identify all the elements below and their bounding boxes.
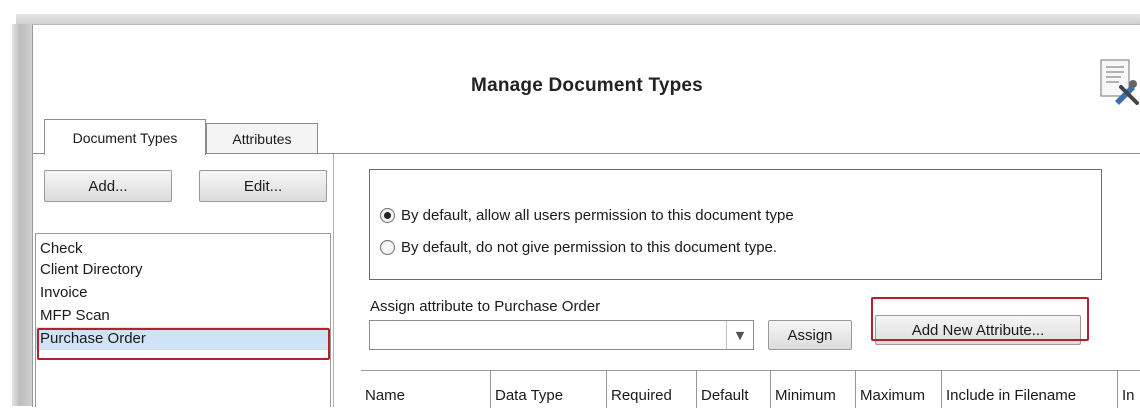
- list-item[interactable]: Invoice: [40, 281, 88, 304]
- column-header-name[interactable]: Name: [361, 371, 491, 408]
- edit-button[interactable]: Edit...: [199, 170, 327, 202]
- assign-button[interactable]: Assign: [768, 320, 852, 350]
- document-settings-icon: [1097, 57, 1140, 107]
- add-button[interactable]: Add...: [44, 170, 172, 202]
- chevron-down-icon[interactable]: ▼: [726, 321, 753, 349]
- list-item-selected[interactable]: Purchase Order: [36, 327, 328, 350]
- column-header-data-type[interactable]: Data Type: [491, 371, 607, 408]
- radio-no-permission-label: By default, do not give permission to th…: [401, 238, 778, 256]
- document-type-list[interactable]: Check Client Directory Invoice MFP Scan …: [35, 233, 331, 407]
- add-new-attribute-button-label: Add New Attribute...: [911, 321, 1045, 339]
- tab-attributes[interactable]: Attributes: [206, 123, 318, 153]
- list-item[interactable]: MFP Scan: [40, 304, 110, 327]
- radio-unchecked-icon[interactable]: [380, 239, 395, 255]
- radio-allow-all-label: By default, allow all users permission t…: [401, 206, 794, 224]
- radio-no-permission[interactable]: By default, do not give permission to th…: [380, 235, 777, 259]
- assign-attribute-label: Assign attribute to Purchase Order: [370, 298, 601, 315]
- list-item[interactable]: Client Directory: [40, 258, 143, 281]
- page-title: Manage Document Types: [471, 75, 703, 96]
- top-margin: [0, 0, 1140, 12]
- column-header-minimum[interactable]: Minimum: [771, 371, 856, 408]
- tab-document-types[interactable]: Document Types: [44, 119, 206, 155]
- column-header-truncated[interactable]: In: [1118, 371, 1140, 408]
- column-header-include-in-filename[interactable]: Include in Filename: [942, 371, 1118, 408]
- manage-document-types-window: Manage Document Types Document Types Att…: [32, 24, 1140, 408]
- radio-allow-all[interactable]: By default, allow all users permission t…: [380, 203, 794, 227]
- window-top-border: [16, 14, 1140, 24]
- permission-options-group: By default, allow all users permission t…: [369, 169, 1102, 280]
- column-header-default[interactable]: Default: [697, 371, 771, 408]
- add-button-label: Add...: [88, 177, 128, 195]
- attributes-table-header: Name Data Type Required Default Minimum …: [361, 370, 1140, 408]
- assign-button-label: Assign: [787, 326, 833, 344]
- window-left-border: [12, 24, 32, 406]
- attribute-select[interactable]: ▼: [369, 320, 754, 350]
- tab-attributes-label: Attributes: [232, 130, 292, 147]
- tab-document-types-label: Document Types: [72, 129, 178, 146]
- column-header-required[interactable]: Required: [607, 371, 697, 408]
- list-item[interactable]: Check: [40, 237, 83, 260]
- radio-checked-icon[interactable]: [380, 207, 395, 223]
- add-new-attribute-button[interactable]: Add New Attribute...: [875, 315, 1081, 345]
- edit-button-label: Edit...: [243, 177, 283, 195]
- document-types-panel: Add... Edit... Check Client Directory In…: [33, 154, 334, 407]
- column-header-maximum[interactable]: Maximum: [856, 371, 942, 408]
